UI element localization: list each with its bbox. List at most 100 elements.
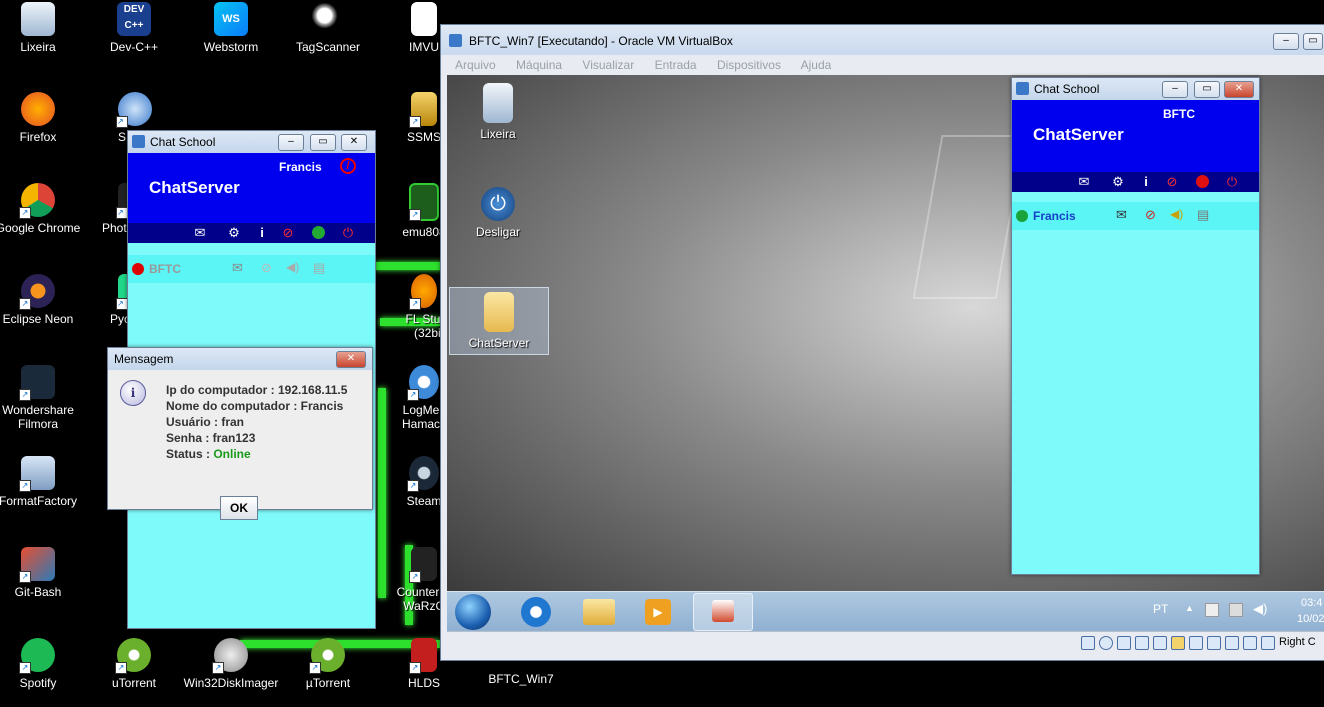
magnifier-icon <box>311 2 345 36</box>
power-icon[interactable]: ⏻ <box>340 225 356 241</box>
desktop-icon-filmora[interactable]: ↗ Wondershare Filmora <box>0 365 86 431</box>
desktop-icon-win32diskimager[interactable]: ↗ Win32DiskImager <box>183 638 279 690</box>
desktop-icon-webstorm[interactable]: WS Webstorm <box>183 2 279 54</box>
chrome-icon: ↗ <box>19 183 55 219</box>
action-center-icon[interactable] <box>1205 603 1219 617</box>
info-icon[interactable]: i <box>254 225 270 241</box>
desktop-icon-tagscanner[interactable]: TagScanner <box>280 2 376 54</box>
power-icon[interactable]: ⏻ <box>1224 174 1240 190</box>
maximize-button[interactable]: ▭ <box>310 134 336 151</box>
optical-drive-icon[interactable] <box>1099 636 1113 650</box>
menu-arquivo[interactable]: Arquivo <box>455 58 496 72</box>
user-line: Usuário : fran <box>166 415 245 429</box>
info-icon[interactable]: i <box>1138 174 1154 190</box>
display-icon[interactable] <box>1189 636 1203 650</box>
hard-disk-icon[interactable] <box>1081 636 1095 650</box>
menu-dispositivos[interactable]: Dispositivos <box>717 58 781 72</box>
chat-toolbar: ✉ ⚙ i ⊘ ⏻ <box>1012 172 1259 192</box>
video-capture-icon[interactable] <box>1207 636 1221 650</box>
status-busy-icon[interactable] <box>1194 174 1210 190</box>
gear-icon[interactable]: ⚙ <box>1110 174 1126 190</box>
desktop-icon-eclipse[interactable]: ↗ Eclipse Neon <box>0 274 86 326</box>
usb-icon[interactable] <box>1153 636 1167 650</box>
close-button[interactable]: ✕ <box>341 134 367 151</box>
dialog-body: i Ip do computador : 192.168.11.5 Nome d… <box>108 370 372 520</box>
block-icon[interactable]: ⊘ <box>261 260 272 276</box>
cpu-icon[interactable] <box>1225 636 1239 650</box>
block-icon[interactable]: ⊘ <box>1145 207 1156 223</box>
guest-icon-lixeira[interactable]: Lixeira <box>450 83 546 141</box>
shared-folder-icon[interactable] <box>1171 636 1185 650</box>
minimize-button[interactable]: – <box>1273 33 1299 50</box>
mail-icon[interactable]: ✉ <box>1076 174 1092 190</box>
mail-icon[interactable]: ✉ <box>192 225 208 241</box>
desktop-icon-devcpp[interactable]: DEV C++ Dev-C++ <box>86 2 182 54</box>
network-adapter-icon[interactable] <box>1135 636 1149 650</box>
ok-button[interactable]: OK <box>220 496 258 520</box>
ssms-icon: ↗ <box>409 92 437 128</box>
desktop-icon-firefox[interactable]: Firefox <box>0 92 86 144</box>
explorer-folder-icon[interactable] <box>583 599 615 625</box>
folder-icon <box>484 292 514 332</box>
block-icon[interactable]: / <box>340 158 356 174</box>
ip-line: Ip do computador : 192.168.11.5 <box>166 383 348 397</box>
maximize-button[interactable]: ▭ <box>1303 33 1323 50</box>
recycle-bin-icon <box>483 83 513 123</box>
audio-icon[interactable] <box>1117 636 1131 650</box>
desktop-icon-label: Google Chrome <box>0 221 81 235</box>
eclipse-icon: ↗ <box>19 274 55 310</box>
media-player-icon[interactable]: ▶ <box>645 599 671 625</box>
guest-icon-chatserver[interactable]: ChatServer <box>449 287 549 355</box>
mail-icon[interactable]: ✉ <box>232 260 243 276</box>
contact-row[interactable]: BFTC ✉ ⊘ ◀) ▤ <box>128 255 375 283</box>
minimize-button[interactable]: – <box>1162 81 1188 98</box>
desktop-icon-formatfactory[interactable]: ↗ FormatFactory <box>0 456 86 508</box>
desktop-icon-gitbash[interactable]: ↗ Git-Bash <box>0 547 86 599</box>
menu-entrada[interactable]: Entrada <box>655 58 697 72</box>
clock-date[interactable]: 10/02/2 <box>1297 613 1324 625</box>
desktop-icon-utorrent2[interactable]: ↗ µTorrent <box>280 638 376 690</box>
speaker-icon[interactable]: ◀) <box>1170 207 1183 221</box>
menu-visualizar[interactable]: Visualizar <box>582 58 634 72</box>
volume-icon[interactable]: ◀) <box>1253 601 1267 617</box>
mail-icon[interactable]: ✉ <box>1116 207 1127 223</box>
counter-strike-icon: ↗ <box>409 547 437 583</box>
maximize-button[interactable]: ▭ <box>1194 81 1220 98</box>
close-button[interactable]: ✕ <box>336 351 366 368</box>
wallpaper-glow <box>375 262 445 270</box>
vbox-title-bar: BFTC_Win7 [Executando] - Oracle VM Virtu… <box>441 25 1324 55</box>
block-icon[interactable]: ⊘ <box>280 225 296 241</box>
speaker-icon[interactable]: ◀) <box>286 260 299 274</box>
current-user-label: Francis <box>279 160 322 174</box>
gear-icon[interactable]: ⚙ <box>226 225 242 241</box>
guest-taskbar: ▶ PT ▲ ◀) 03:4 10/02/2 <box>447 591 1324 632</box>
desktop-icon-chrome[interactable]: ↗ Google Chrome <box>0 183 86 235</box>
chip-icon: ↗ <box>409 183 439 221</box>
contact-row[interactable]: Francis ✉ ⊘ ◀) ▤ <box>1012 202 1259 230</box>
desktop-icon-spotify[interactable]: ↗ Spotify <box>0 638 86 690</box>
menu-maquina[interactable]: Máquina <box>516 58 562 72</box>
status-label: Status : <box>166 447 214 461</box>
block-icon[interactable]: ⊘ <box>1164 174 1180 190</box>
password-line: Senha : fran123 <box>166 431 256 445</box>
guest-icon-desligar[interactable]: ⏻ Desligar <box>450 187 546 239</box>
internet-explorer-icon[interactable] <box>521 597 551 627</box>
close-button[interactable]: ✕ <box>1224 81 1254 98</box>
menu-ajuda[interactable]: Ajuda <box>801 58 832 72</box>
desktop-icon-utorrent[interactable]: ↗ uTorrent <box>86 638 182 690</box>
keyboard-capture-icon[interactable] <box>1261 636 1275 650</box>
status-online-icon[interactable] <box>310 225 326 241</box>
window-title: Chat School <box>150 135 216 149</box>
start-button[interactable] <box>455 594 491 630</box>
clock-time[interactable]: 03:4 <box>1301 597 1322 609</box>
file-icon[interactable]: ▤ <box>313 260 325 276</box>
file-icon[interactable]: ▤ <box>1197 207 1209 223</box>
network-icon[interactable] <box>1229 603 1243 617</box>
tray-expand-icon[interactable]: ▲ <box>1185 603 1194 613</box>
webstorm-icon: WS <box>214 2 248 36</box>
minimize-button[interactable]: – <box>278 134 304 151</box>
java-taskbar-button[interactable] <box>693 593 753 631</box>
desktop-icon-lixeira[interactable]: Lixeira <box>0 2 86 54</box>
mouse-integration-icon[interactable] <box>1243 636 1257 650</box>
language-indicator[interactable]: PT <box>1153 602 1168 616</box>
